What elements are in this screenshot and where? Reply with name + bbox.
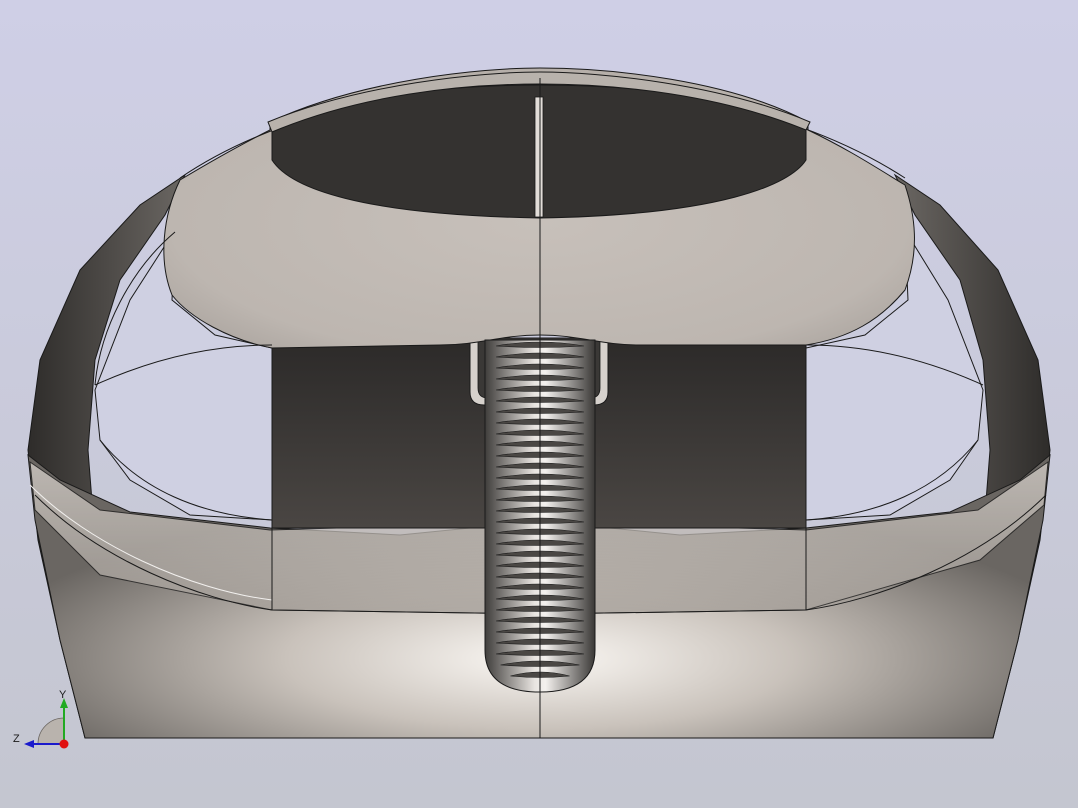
triad-y-label: Y <box>59 689 67 701</box>
triad-z-arrow <box>24 740 34 748</box>
top-slit <box>534 96 544 218</box>
axis-triad-icon: Y Z <box>13 689 69 749</box>
model-scene[interactable] <box>0 0 1078 808</box>
cad-viewport[interactable]: Y Z <box>0 0 1078 808</box>
triad-quadrant <box>37 717 65 745</box>
triad-x-origin <box>59 739 69 749</box>
triad-z-label: Z <box>13 733 20 745</box>
